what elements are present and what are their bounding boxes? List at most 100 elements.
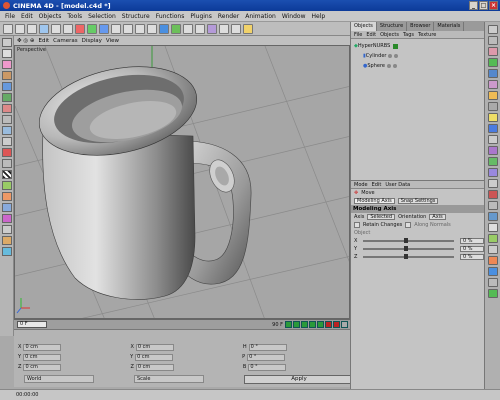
tab-structure[interactable]: Structure — [377, 22, 408, 31]
tool-icon-18[interactable] — [487, 212, 498, 221]
deformer-icon[interactable] — [207, 23, 217, 34]
material-icon[interactable] — [487, 91, 498, 100]
slider-y-value[interactable]: 0 % — [460, 246, 484, 252]
menu-window[interactable]: Window — [279, 13, 309, 20]
animation-mode-icon[interactable] — [1, 115, 12, 124]
goto-start-icon[interactable] — [285, 321, 292, 328]
tab-browser[interactable]: Browser — [407, 22, 435, 31]
menu-objects[interactable]: Objects — [36, 13, 65, 20]
pos-z-field[interactable]: 0 cm — [23, 363, 62, 371]
slider-z[interactable] — [363, 254, 454, 259]
light-icon[interactable] — [243, 23, 253, 34]
play-icon[interactable] — [301, 321, 308, 328]
nurbs-icon[interactable] — [171, 23, 181, 34]
visibility-dot-icon[interactable] — [388, 54, 393, 58]
enabled-check-icon[interactable] — [393, 43, 399, 49]
bend-deformer-icon[interactable] — [487, 168, 498, 177]
size-z-field[interactable]: 0 cm — [135, 363, 174, 371]
array-icon[interactable] — [195, 23, 205, 34]
slider-y[interactable] — [363, 246, 454, 251]
current-frame-field[interactable]: 0 F — [17, 321, 47, 328]
visibility-dot-icon[interactable] — [387, 64, 391, 68]
render-dot-icon[interactable] — [393, 64, 397, 68]
undo-icon[interactable] — [3, 23, 13, 34]
scale-icon[interactable] — [51, 23, 61, 34]
knife-tool-icon[interactable] — [1, 159, 12, 168]
goto-end-icon[interactable] — [317, 321, 324, 328]
menu-help[interactable]: Help — [309, 13, 329, 20]
perspective-viewport[interactable]: Perspective — [14, 45, 350, 319]
tool-icon-24[interactable] — [487, 278, 498, 287]
rot-b-field[interactable]: 0 ° — [248, 363, 287, 371]
slider-z-value[interactable]: 0 % — [460, 254, 484, 260]
record-icon[interactable] — [325, 321, 332, 328]
render-picture-viewer-icon[interactable] — [135, 23, 145, 34]
workplane-icon[interactable] — [1, 203, 12, 212]
rot-h-field[interactable]: 0 ° — [248, 343, 287, 351]
camera-tool-icon[interactable] — [487, 124, 498, 133]
green-tool-icon[interactable] — [487, 58, 498, 67]
am-menu-mode[interactable]: Mode — [354, 182, 368, 188]
object-tool-icon[interactable] — [487, 36, 498, 45]
use-object-tool-icon[interactable] — [1, 49, 12, 58]
camera-icon[interactable] — [231, 23, 241, 34]
layer-icon[interactable] — [487, 80, 498, 89]
tab-objects[interactable]: Objects — [351, 22, 377, 31]
retain-changes-checkbox[interactable] — [354, 222, 360, 228]
minimize-button[interactable]: _ — [469, 1, 478, 10]
y-axis-icon[interactable] — [87, 23, 97, 34]
edges-tool-icon[interactable] — [1, 93, 12, 102]
paint-icon[interactable] — [1, 214, 12, 223]
viewport-menu-edit[interactable]: Edit — [39, 38, 50, 44]
viewport-menu-icons[interactable]: ✥ ◎ ⊕ — [17, 38, 35, 44]
mograph-icon[interactable] — [1, 247, 12, 256]
redo-icon[interactable] — [15, 23, 25, 34]
coordinate-mode-select[interactable]: World — [24, 375, 94, 383]
autokey-icon[interactable] — [333, 321, 340, 328]
tool-icon-23[interactable] — [487, 267, 498, 276]
rotate-icon[interactable] — [63, 23, 73, 34]
render-settings-icon[interactable] — [147, 23, 157, 34]
sculpt-icon[interactable] — [1, 225, 12, 234]
magnet-tool-icon[interactable] — [1, 148, 12, 157]
om-menu-tags[interactable]: Tags — [403, 32, 414, 38]
apply-button[interactable]: Apply — [244, 374, 354, 384]
spline-icon[interactable] — [183, 23, 193, 34]
object-row-sphere[interactable]: ● Sphere — [363, 62, 397, 70]
om-menu-file[interactable]: File — [354, 32, 362, 38]
tool-icon-15[interactable] — [487, 179, 498, 188]
checker-icon[interactable] — [1, 170, 12, 179]
light-tool-icon[interactable] — [487, 113, 498, 122]
pos-x-field[interactable]: 0 cm — [23, 343, 62, 351]
blue-tool-icon[interactable] — [487, 69, 498, 78]
tweak-mode-icon[interactable] — [1, 126, 12, 135]
am-menu-edit[interactable]: Edit — [372, 182, 382, 188]
tab-modeling-axis[interactable]: Modeling Axis — [354, 198, 395, 204]
om-menu-objects[interactable]: Objects — [380, 32, 399, 38]
layout-icon[interactable] — [487, 25, 498, 34]
menu-animation[interactable]: Animation — [242, 13, 279, 20]
render-view-icon[interactable] — [123, 23, 133, 34]
om-menu-texture[interactable]: Texture — [418, 32, 436, 38]
tag-icon[interactable] — [487, 47, 498, 56]
cube-icon[interactable] — [159, 23, 169, 34]
snap-icon[interactable] — [1, 192, 12, 201]
timeline-bar[interactable]: 0 F 90 F — [14, 319, 350, 329]
tab-snap-settings[interactable]: Snap Settings — [397, 198, 439, 204]
tool-icon-21[interactable] — [487, 245, 498, 254]
solo-icon[interactable] — [1, 181, 12, 190]
tab-materials[interactable]: Materials — [434, 22, 465, 31]
brush-tool-icon[interactable] — [1, 137, 12, 146]
selection-icon[interactable] — [487, 102, 498, 111]
render-dot-icon[interactable] — [394, 54, 399, 58]
slider-x[interactable] — [363, 238, 454, 243]
maximize-button[interactable]: □ — [479, 1, 488, 10]
size-y-field[interactable]: 0 cm — [135, 353, 174, 361]
tool-icon-22[interactable] — [487, 256, 498, 265]
step-back-icon[interactable] — [293, 321, 300, 328]
xpresso-icon[interactable] — [487, 146, 498, 155]
hypernurbs-tool-icon[interactable] — [487, 157, 498, 166]
use-axis-tool-icon[interactable] — [1, 71, 12, 80]
menu-selection[interactable]: Selection — [85, 13, 119, 20]
pos-y-field[interactable]: 0 cm — [23, 353, 62, 361]
